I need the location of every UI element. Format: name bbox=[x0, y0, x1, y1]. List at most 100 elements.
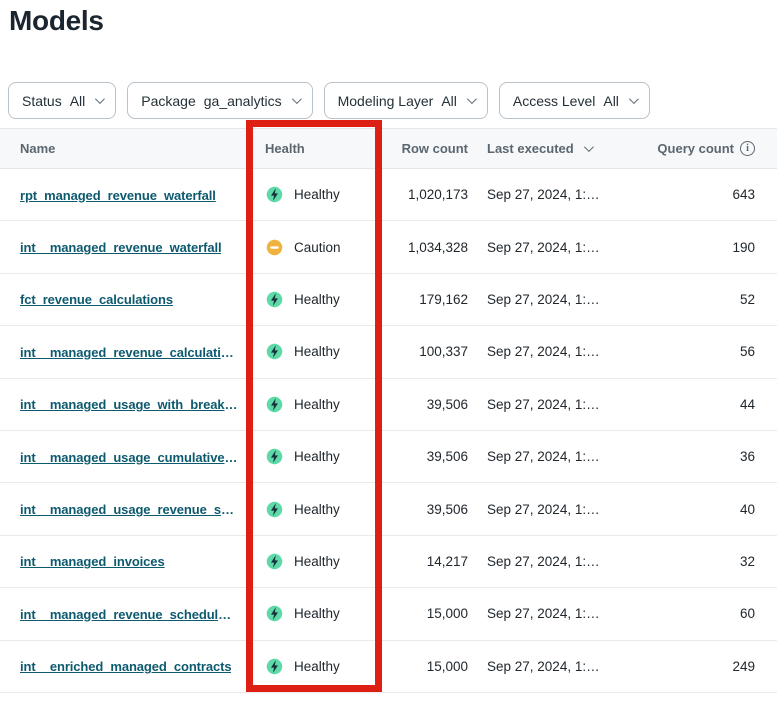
health-icon bbox=[265, 500, 284, 519]
healthy-bolt-seal-icon bbox=[265, 447, 284, 466]
health-icon bbox=[265, 238, 284, 257]
caution-seal-icon bbox=[265, 238, 284, 257]
health-icon bbox=[265, 342, 284, 361]
health-status-label: Caution bbox=[294, 240, 341, 255]
row-count-cell: 179,162 bbox=[383, 292, 473, 307]
row-count-cell: 15,000 bbox=[383, 659, 473, 674]
table-row: int__managed_revenue_schedule_… Healthy … bbox=[0, 588, 777, 640]
model-name-link[interactable]: int__managed_usage_cumulative_… bbox=[20, 450, 238, 465]
table-row: int__managed_invoices Healthy 14,217 Sep… bbox=[0, 536, 777, 588]
health-status-label: Healthy bbox=[294, 397, 340, 412]
column-header-row-count: Row count bbox=[383, 141, 473, 156]
last-executed-cell: Sep 27, 2024, 1:… bbox=[473, 554, 623, 569]
healthy-bolt-seal-icon bbox=[265, 657, 284, 676]
table-row: fct_revenue_calculations Healthy 179,162… bbox=[0, 274, 777, 326]
health-status-label: Healthy bbox=[294, 606, 340, 621]
table-header-row: Name Health Row count Last executed Quer… bbox=[0, 128, 777, 169]
query-count-cell: 249 bbox=[623, 659, 777, 674]
column-header-name: Name bbox=[0, 141, 245, 156]
filter-access-level[interactable]: Access Level All bbox=[499, 82, 650, 119]
row-count-cell: 1,020,173 bbox=[383, 187, 473, 202]
filter-package-label: Package bbox=[141, 93, 195, 109]
column-header-query-count: Query count bbox=[657, 141, 734, 156]
last-executed-cell: Sep 27, 2024, 1:… bbox=[473, 240, 623, 255]
info-circle-icon[interactable]: i bbox=[740, 141, 755, 156]
table-row: int__managed_usage_revenue_sc… Healthy 3… bbox=[0, 483, 777, 535]
chevron-down-icon bbox=[95, 94, 105, 104]
health-icon bbox=[265, 185, 284, 204]
model-name-link[interactable]: int__managed_revenue_calculations bbox=[20, 345, 238, 360]
last-executed-cell: Sep 27, 2024, 1:… bbox=[473, 344, 623, 359]
last-executed-cell: Sep 27, 2024, 1:… bbox=[473, 502, 623, 517]
health-status-label: Healthy bbox=[294, 554, 340, 569]
row-count-cell: 39,506 bbox=[383, 502, 473, 517]
health-status-label: Healthy bbox=[294, 502, 340, 517]
health-icon bbox=[265, 552, 284, 571]
row-count-cell: 39,506 bbox=[383, 449, 473, 464]
last-executed-cell: Sep 27, 2024, 1:… bbox=[473, 292, 623, 307]
filter-status-label: Status bbox=[22, 93, 62, 109]
table-body: rpt_managed_revenue_waterfall Healthy 1,… bbox=[0, 169, 777, 693]
table-row: int__managed_revenue_waterfall Caution 1… bbox=[0, 221, 777, 273]
column-header-last-executed-label: Last executed bbox=[487, 141, 574, 156]
sort-chevron-down-icon bbox=[584, 142, 594, 152]
row-count-cell: 14,217 bbox=[383, 554, 473, 569]
model-name-link[interactable]: int__managed_usage_revenue_sc… bbox=[20, 502, 238, 517]
query-count-cell: 60 bbox=[623, 606, 777, 621]
health-status-label: Healthy bbox=[294, 292, 340, 307]
model-name-link[interactable]: int__managed_invoices bbox=[20, 554, 165, 569]
query-count-cell: 36 bbox=[623, 449, 777, 464]
healthy-bolt-seal-icon bbox=[265, 290, 284, 309]
query-count-cell: 643 bbox=[623, 187, 777, 202]
model-name-link[interactable]: int__managed_usage_with_breaka… bbox=[20, 397, 238, 412]
row-count-cell: 100,337 bbox=[383, 344, 473, 359]
query-count-cell: 52 bbox=[623, 292, 777, 307]
table-row: int__managed_revenue_calculations Health… bbox=[0, 326, 777, 378]
query-count-cell: 40 bbox=[623, 502, 777, 517]
healthy-bolt-seal-icon bbox=[265, 552, 284, 571]
filter-access-level-label: Access Level bbox=[513, 93, 595, 109]
filter-status-value: All bbox=[70, 93, 86, 109]
model-name-link[interactable]: int__managed_revenue_schedule_… bbox=[20, 607, 238, 622]
models-table: Name Health Row count Last executed Quer… bbox=[0, 128, 777, 693]
filter-modeling-layer[interactable]: Modeling Layer All bbox=[324, 82, 488, 119]
filter-status[interactable]: Status All bbox=[8, 82, 116, 119]
healthy-bolt-seal-icon bbox=[265, 342, 284, 361]
model-name-link[interactable]: rpt_managed_revenue_waterfall bbox=[20, 188, 216, 203]
last-executed-cell: Sep 27, 2024, 1:… bbox=[473, 397, 623, 412]
query-count-cell: 190 bbox=[623, 240, 777, 255]
model-name-link[interactable]: int__managed_revenue_waterfall bbox=[20, 240, 221, 255]
table-row: int__enriched_managed_contracts Healthy … bbox=[0, 641, 777, 693]
query-count-cell: 32 bbox=[623, 554, 777, 569]
model-name-link[interactable]: fct_revenue_calculations bbox=[20, 292, 173, 307]
health-status-label: Healthy bbox=[294, 449, 340, 464]
last-executed-cell: Sep 27, 2024, 1:… bbox=[473, 659, 623, 674]
column-header-health: Health bbox=[245, 141, 383, 156]
query-count-cell: 44 bbox=[623, 397, 777, 412]
page-title: Models bbox=[9, 5, 104, 37]
healthy-bolt-seal-icon bbox=[265, 185, 284, 204]
model-name-link[interactable]: int__enriched_managed_contracts bbox=[20, 659, 231, 674]
filter-modeling-layer-label: Modeling Layer bbox=[338, 93, 434, 109]
column-header-last-executed[interactable]: Last executed bbox=[487, 141, 623, 156]
last-executed-cell: Sep 27, 2024, 1:… bbox=[473, 606, 623, 621]
chevron-down-icon bbox=[292, 94, 302, 104]
table-row: rpt_managed_revenue_waterfall Healthy 1,… bbox=[0, 169, 777, 221]
filter-package[interactable]: Package ga_analytics bbox=[127, 82, 312, 119]
table-row: int__managed_usage_cumulative_… Healthy … bbox=[0, 431, 777, 483]
query-count-cell: 56 bbox=[623, 344, 777, 359]
health-icon bbox=[265, 604, 284, 623]
filter-package-value: ga_analytics bbox=[204, 93, 282, 109]
filter-modeling-layer-value: All bbox=[441, 93, 457, 109]
chevron-down-icon bbox=[467, 94, 477, 104]
row-count-cell: 15,000 bbox=[383, 606, 473, 621]
filter-access-level-value: All bbox=[603, 93, 619, 109]
healthy-bolt-seal-icon bbox=[265, 395, 284, 414]
health-status-label: Healthy bbox=[294, 187, 340, 202]
row-count-cell: 39,506 bbox=[383, 397, 473, 412]
row-count-cell: 1,034,328 bbox=[383, 240, 473, 255]
health-icon bbox=[265, 447, 284, 466]
healthy-bolt-seal-icon bbox=[265, 500, 284, 519]
last-executed-cell: Sep 27, 2024, 1:… bbox=[473, 449, 623, 464]
health-status-label: Healthy bbox=[294, 344, 340, 359]
